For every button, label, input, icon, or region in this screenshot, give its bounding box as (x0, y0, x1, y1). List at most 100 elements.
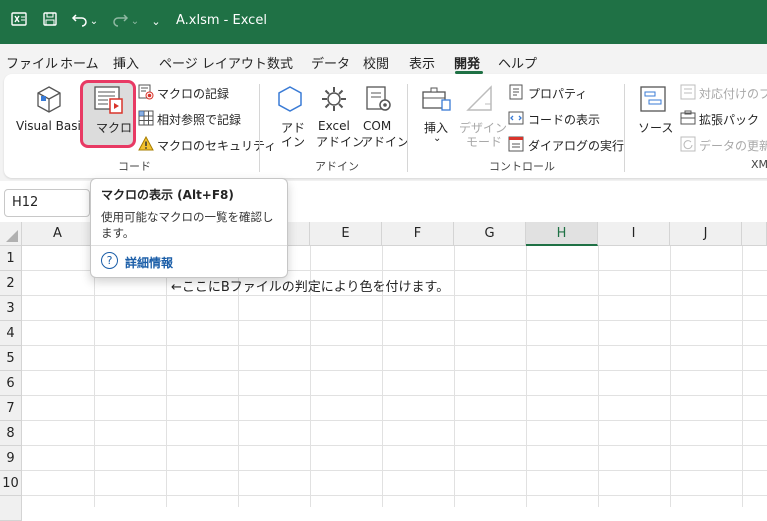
gridline (22, 470, 767, 471)
row-header-2[interactable]: 2 (0, 271, 22, 296)
expansion-pack-button[interactable]: 拡張パック (699, 111, 759, 128)
row-header-9[interactable]: 9 (0, 446, 22, 471)
tab-review[interactable]: 校閲 (363, 53, 389, 72)
refresh-data-icon (680, 136, 696, 156)
tab-formulas[interactable]: 数式 (267, 53, 293, 72)
group-label-code: コード (118, 160, 151, 173)
tab-developer[interactable]: 開発 (454, 53, 480, 72)
addin-button-line2[interactable]: イン (281, 133, 305, 150)
record-macro-icon[interactable] (138, 84, 154, 104)
properties-button[interactable]: プロパティ (528, 85, 587, 102)
row-header-7[interactable]: 7 (0, 396, 22, 421)
tooltip-help-link[interactable]: 詳細情報 (125, 254, 173, 271)
properties-icon[interactable] (508, 84, 524, 104)
tab-page-layout[interactable]: ページ レイアウト (159, 53, 267, 72)
run-dialog-button[interactable]: ダイアログの実行 (528, 137, 624, 154)
map-properties-button: 対応付けのプ (699, 87, 767, 101)
view-code-icon[interactable] (508, 110, 524, 130)
cell-c2-text[interactable]: ←ここにBファイルの判定により色を付けます。 (171, 276, 449, 295)
gridline (598, 246, 599, 507)
excel-app-icon (10, 8, 28, 36)
row-header-8[interactable]: 8 (0, 421, 22, 446)
gridline (454, 246, 455, 507)
save-icon[interactable] (40, 8, 60, 36)
column-header-j[interactable]: J (670, 222, 742, 246)
undo-icon[interactable] (70, 8, 90, 36)
com-addin-icon[interactable] (364, 84, 394, 118)
gridline (22, 320, 767, 321)
tab-view[interactable]: 表示 (409, 53, 435, 72)
column-header-a[interactable]: A (22, 222, 94, 246)
addin-icon[interactable] (275, 84, 305, 118)
column-header-i[interactable]: I (598, 222, 670, 246)
help-icon[interactable]: ? (101, 252, 118, 269)
gridline (526, 246, 527, 507)
run-dialog-icon[interactable] (508, 136, 524, 156)
gridline (22, 445, 767, 446)
tab-home[interactable]: ホーム (60, 53, 99, 72)
refresh-data-button: データの更新 (699, 139, 767, 153)
tab-file[interactable]: ファイル (6, 53, 58, 72)
com-addin-button-line1[interactable]: COM (363, 119, 391, 133)
gridline (22, 495, 767, 496)
gridline (22, 345, 767, 346)
redo-dropdown-icon: ⌄ (130, 16, 140, 27)
row-header-10[interactable]: 10 (0, 471, 22, 496)
tab-help[interactable]: ヘルプ (498, 53, 537, 72)
gridline (94, 246, 95, 507)
tooltip-title: マクロの表示 (Alt+F8) (101, 188, 234, 202)
tab-insert[interactable]: 挿入 (113, 53, 139, 72)
excel-addin-button-line1[interactable]: Excel (318, 119, 350, 133)
expansion-pack-icon[interactable] (680, 110, 696, 130)
group-separator (259, 84, 260, 172)
column-header-h[interactable]: H (526, 222, 598, 246)
macro-security-icon[interactable] (138, 135, 154, 156)
title-bar: ⌄ ⌄ ⌄ A.xlsm - Excel (0, 0, 767, 44)
column-header-f[interactable]: F (382, 222, 454, 246)
undo-dropdown-icon[interactable]: ⌄ (89, 8, 99, 36)
name-box[interactable]: H12 (4, 189, 90, 217)
group-separator (624, 84, 625, 172)
macro-icon[interactable] (93, 85, 125, 119)
column-header-e[interactable]: E (310, 222, 382, 246)
group-label-control: コントロール (489, 160, 555, 173)
window-title: A.xlsm - Excel (176, 13, 267, 28)
gridline (22, 295, 767, 296)
row-header-4[interactable]: 4 (0, 321, 22, 346)
com-addin-button-line2[interactable]: アドイン (361, 133, 409, 150)
insert-control-icon[interactable] (420, 84, 452, 118)
gridline (166, 246, 167, 507)
gridline (22, 395, 767, 396)
row-header-6[interactable]: 6 (0, 371, 22, 396)
row-header-1[interactable]: 1 (0, 246, 22, 271)
excel-addin-icon[interactable] (319, 84, 349, 118)
excel-addin-button-line2[interactable]: アドイン (316, 133, 364, 150)
design-mode-icon (465, 84, 495, 118)
source-button[interactable]: ソース (638, 119, 673, 136)
relative-reference-button[interactable]: 相対参照で記録 (157, 111, 241, 128)
tab-data[interactable]: データ (311, 53, 350, 72)
relative-reference-icon[interactable] (138, 110, 154, 130)
row-header-5[interactable]: 5 (0, 346, 22, 371)
macro-button[interactable]: マクロ (96, 119, 132, 136)
group-label-addin: アドイン (315, 160, 359, 173)
gridline (670, 246, 671, 507)
name-box-value: H12 (12, 195, 39, 210)
visual-basic-icon[interactable] (34, 84, 64, 118)
gridline (742, 246, 743, 507)
row-header-3[interactable]: 3 (0, 296, 22, 321)
map-properties-icon (680, 84, 696, 104)
tooltip-description: 使用可能なマクロの一覧を確認します。 (101, 210, 274, 240)
select-all-corner[interactable] (0, 222, 22, 246)
column-header-k[interactable] (742, 222, 767, 246)
record-macro-button[interactable]: マクロの記録 (157, 85, 229, 102)
visual-basic-button[interactable]: Visual Basic (16, 119, 87, 133)
column-header-g[interactable]: G (454, 222, 526, 246)
customize-qat-icon[interactable]: ⌄ (150, 8, 162, 36)
group-separator (407, 84, 408, 172)
view-code-button[interactable]: コードの表示 (528, 111, 600, 128)
gridline (22, 420, 767, 421)
source-icon[interactable] (638, 84, 668, 118)
row-header-11[interactable] (0, 496, 22, 521)
insert-control-dropdown-icon[interactable]: ⌄ (433, 133, 441, 144)
